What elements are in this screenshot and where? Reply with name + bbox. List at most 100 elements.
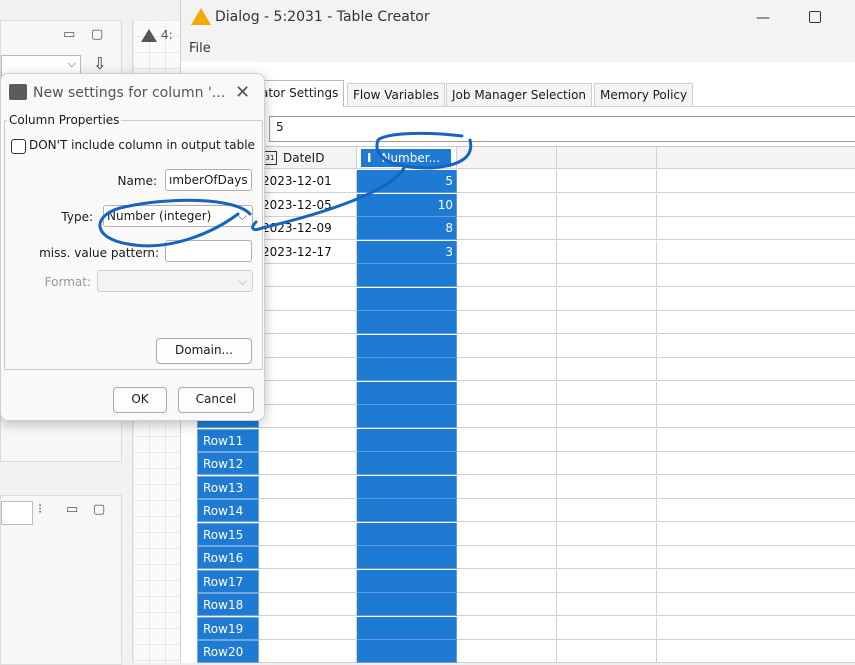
table-cell-empty[interactable] [457, 334, 557, 358]
row-header[interactable]: Row13 [197, 475, 259, 499]
tab-memory-policy[interactable]: Memory Policy [594, 83, 694, 106]
table-cell-empty[interactable] [557, 405, 657, 428]
table-cell-date[interactable] [259, 311, 357, 334]
column-header-empty[interactable] [457, 146, 557, 169]
row-header[interactable]: Row16 [197, 546, 259, 569]
table-cell-date[interactable] [259, 264, 357, 287]
exclude-column-checkbox[interactable] [11, 139, 26, 154]
column-header-empty[interactable] [657, 146, 855, 169]
table-cell-date[interactable] [259, 640, 357, 663]
table-cell-empty[interactable] [457, 428, 557, 452]
type-select[interactable]: Number (integer) ⌵ [103, 205, 253, 227]
table-cell-empty[interactable] [657, 617, 855, 640]
table-cell-number[interactable] [357, 428, 457, 452]
table-cell-number[interactable] [357, 593, 457, 616]
table-cell-number[interactable] [357, 264, 457, 287]
table-cell-date[interactable] [259, 381, 357, 405]
table-cell-empty[interactable] [457, 499, 557, 522]
table-cell-empty[interactable] [557, 170, 657, 193]
table-cell-empty[interactable] [457, 264, 557, 287]
table-cell-number[interactable] [357, 616, 457, 640]
table-cell-empty[interactable] [457, 452, 557, 475]
ok-button[interactable]: OK [113, 387, 167, 413]
table-cell-empty[interactable] [657, 335, 855, 358]
domain-button[interactable]: Domain... [156, 338, 252, 364]
table-cell-number[interactable] [357, 287, 457, 311]
table-cell-empty[interactable] [557, 193, 657, 217]
table-cell-empty[interactable] [457, 593, 557, 616]
table-cell-number[interactable]: 5 [357, 170, 457, 193]
table-cell-number[interactable] [357, 569, 457, 593]
table-cell-date[interactable] [259, 358, 357, 381]
cancel-button[interactable]: Cancel [178, 387, 254, 413]
panel-maximize-icon[interactable]: ▢ [91, 27, 103, 42]
table-cell-date[interactable]: 2023-12-17 [259, 240, 357, 264]
table-cell-empty[interactable] [557, 287, 657, 311]
table-cell-empty[interactable] [657, 405, 855, 428]
table-cell-empty[interactable] [657, 452, 855, 475]
table-cell-empty[interactable] [457, 640, 557, 663]
table-cell-empty[interactable] [557, 240, 657, 264]
table-cell-date[interactable] [259, 546, 357, 569]
column-header-empty[interactable] [557, 146, 657, 169]
panel-maximize-icon[interactable]: ▢ [93, 502, 105, 517]
table-cell-date[interactable] [259, 334, 357, 358]
table-cell-number[interactable] [357, 311, 457, 334]
table-cell-date[interactable]: 2023-12-01 [259, 170, 357, 193]
table-cell-number[interactable]: 3 [357, 240, 457, 264]
table-cell-empty[interactable] [557, 569, 657, 593]
table-cell-empty[interactable] [557, 640, 657, 663]
minimize-button[interactable]: — [751, 6, 775, 30]
row-header[interactable]: Row19 [197, 616, 259, 640]
table-cell-number[interactable] [357, 522, 457, 546]
table-cell-empty[interactable] [557, 499, 657, 522]
table-cell-empty[interactable] [457, 217, 557, 240]
tab-settings[interactable]: ator Settings [255, 80, 345, 107]
panel-search-input[interactable] [1, 501, 33, 525]
table-cell-date[interactable] [259, 522, 357, 546]
row-count-input[interactable] [269, 116, 855, 142]
table-cell-date[interactable] [259, 452, 357, 475]
row-header[interactable]: Row11 [197, 428, 259, 452]
table-cell-empty[interactable] [457, 358, 557, 381]
table-cell-empty[interactable] [457, 616, 557, 640]
table-cell-date[interactable] [259, 593, 357, 616]
missing-value-field[interactable] [165, 240, 252, 262]
table-cell-empty[interactable] [657, 640, 855, 663]
table-cell-empty[interactable] [557, 358, 657, 381]
table-cell-number[interactable] [357, 358, 457, 381]
table-cell-empty[interactable] [557, 264, 657, 287]
table-cell-empty[interactable] [657, 476, 855, 499]
table-cell-date[interactable] [259, 499, 357, 522]
table-cell-empty[interactable] [657, 358, 855, 381]
table-cell-empty[interactable] [457, 170, 557, 193]
table-cell-date[interactable] [259, 475, 357, 499]
table-cell-number[interactable]: 8 [357, 217, 457, 240]
table-cell-empty[interactable] [557, 475, 657, 499]
table-cell-empty[interactable] [657, 570, 855, 593]
table-cell-empty[interactable] [457, 287, 557, 311]
table-cell-empty[interactable] [457, 381, 557, 405]
table-cell-empty[interactable] [557, 546, 657, 569]
table-cell-empty[interactable] [557, 452, 657, 475]
table-cell-number[interactable] [357, 475, 457, 499]
table-cell-empty[interactable] [457, 405, 557, 428]
table-cell-empty[interactable] [457, 475, 557, 499]
export-icon[interactable]: ⇩ [93, 54, 106, 73]
tab-job-manager-selection[interactable]: Job Manager Selection [446, 83, 593, 106]
row-header[interactable]: Row20 [197, 640, 259, 663]
close-icon[interactable]: ✕ [235, 82, 250, 103]
table-cell-empty[interactable] [657, 546, 855, 569]
table-cell-empty[interactable] [657, 288, 855, 311]
table-cell-number[interactable] [357, 546, 457, 569]
tab-flow-variables[interactable]: Flow Variables [347, 83, 446, 106]
table-cell-number[interactable] [357, 452, 457, 475]
table-cell-empty[interactable] [557, 522, 657, 546]
table-cell-empty[interactable] [657, 593, 855, 616]
table-cell-empty[interactable] [657, 499, 855, 522]
table-cell-empty[interactable] [557, 616, 657, 640]
table-cell-empty[interactable] [557, 593, 657, 616]
row-header[interactable]: Row12 [197, 452, 259, 475]
table-cell-empty[interactable] [657, 382, 855, 405]
table-cell-empty[interactable] [657, 523, 855, 546]
